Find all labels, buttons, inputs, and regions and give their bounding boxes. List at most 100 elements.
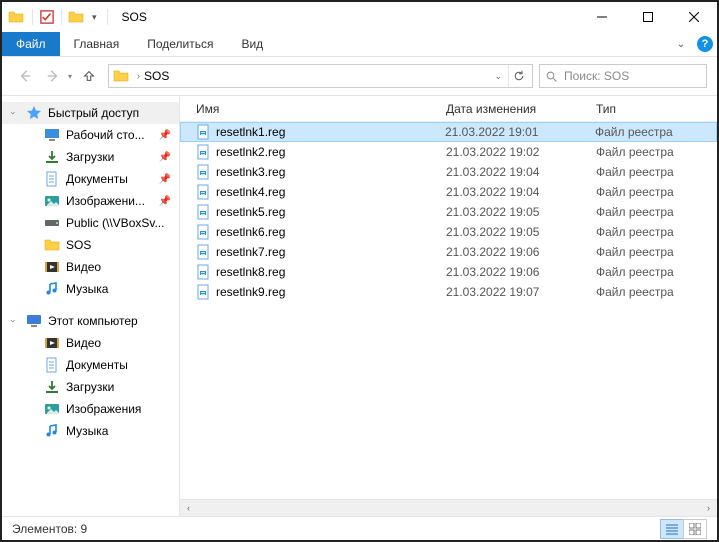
sidebar-item[interactable]: Public (\\VBoxSv...	[2, 212, 179, 234]
maximize-button[interactable]	[625, 2, 671, 32]
chevron-right-icon[interactable]: ›	[137, 71, 140, 81]
sidebar-item[interactable]: Загрузки 📌	[2, 146, 179, 168]
file-name: resetlnk8.reg	[216, 265, 446, 279]
sidebar-item[interactable]: Музыка	[2, 278, 179, 300]
forward-button[interactable]	[40, 63, 66, 89]
documents-icon	[44, 357, 60, 373]
sidebar-item[interactable]: Музыка	[2, 420, 179, 442]
expand-ribbon-icon[interactable]: ⌄	[669, 32, 693, 56]
column-headers[interactable]: Имя Дата изменения Тип	[180, 96, 717, 122]
reg-file-icon	[196, 284, 212, 300]
file-row[interactable]: resetlnk6.reg21.03.2022 19:05Файл реестр…	[180, 222, 717, 242]
minimize-button[interactable]	[579, 2, 625, 32]
breadcrumb[interactable]: SOS	[144, 69, 169, 83]
file-pane: Имя Дата изменения Тип resetlnk1.reg21.0…	[180, 96, 717, 516]
file-date: 21.03.2022 19:04	[446, 185, 596, 199]
item-count: Элементов: 9	[12, 522, 87, 536]
sidebar-item[interactable]: Документы📌	[2, 168, 179, 190]
reg-file-icon	[196, 164, 212, 180]
sidebar-item-label: Музыка	[66, 282, 108, 296]
sidebar-item[interactable]: Загрузки	[2, 376, 179, 398]
file-list[interactable]: resetlnk1.reg21.03.2022 19:01Файл реестр…	[180, 122, 717, 499]
sidebar-item-label: Этот компьютер	[48, 314, 138, 328]
drive-icon	[44, 215, 60, 231]
navigation-bar: ▾ › SOS ⌄ Поиск: SOS	[2, 57, 717, 95]
file-row[interactable]: resetlnk2.reg21.03.2022 19:02Файл реестр…	[180, 142, 717, 162]
tab-home[interactable]: Главная	[60, 32, 134, 56]
file-name: resetlnk2.reg	[216, 145, 446, 159]
sidebar-item[interactable]: Изображения	[2, 398, 179, 420]
pin-icon: 📌	[159, 196, 171, 207]
navigation-pane[interactable]: › Быстрый доступ Рабочий сто...📌Загрузки…	[2, 96, 180, 516]
file-date: 21.03.2022 19:06	[446, 265, 596, 279]
file-date: 21.03.2022 19:02	[446, 145, 596, 159]
qat-dropdown-icon[interactable]: ▾	[92, 12, 97, 23]
thumbnails-view-button[interactable]	[683, 519, 707, 539]
column-type[interactable]: Тип	[596, 102, 717, 116]
search-input[interactable]: Поиск: SOS	[539, 64, 707, 88]
body: › Быстрый доступ Рабочий сто...📌Загрузки…	[2, 95, 717, 516]
sidebar-item[interactable]: SOS	[2, 234, 179, 256]
file-row[interactable]: resetlnk7.reg21.03.2022 19:06Файл реестр…	[180, 242, 717, 262]
file-name: resetlnk6.reg	[216, 225, 446, 239]
videos-icon	[44, 259, 60, 275]
file-row[interactable]: resetlnk1.reg21.03.2022 19:01Файл реестр…	[180, 122, 717, 142]
pin-icon: 📌	[159, 152, 171, 163]
sidebar-item-label: Видео	[66, 336, 101, 350]
sidebar-item[interactable]: Видео	[2, 332, 179, 354]
close-button[interactable]	[671, 2, 717, 32]
file-row[interactable]: resetlnk3.reg21.03.2022 19:04Файл реестр…	[180, 162, 717, 182]
tab-share[interactable]: Поделиться	[133, 32, 227, 56]
up-button[interactable]	[76, 63, 102, 89]
file-row[interactable]: resetlnk4.reg21.03.2022 19:04Файл реестр…	[180, 182, 717, 202]
help-button[interactable]: ?	[693, 32, 717, 56]
column-name[interactable]: Имя	[196, 102, 446, 116]
tab-file[interactable]: Файл	[2, 32, 60, 56]
history-dropdown-icon[interactable]: ▾	[68, 72, 72, 81]
explorer-window: ▾ SOS Файл Главная Поделиться Вид ⌄ ? ▾ …	[0, 0, 719, 542]
sidebar-item-label: Загрузки	[66, 150, 114, 164]
address-bar[interactable]: › SOS ⌄	[108, 64, 533, 88]
column-date[interactable]: Дата изменения	[446, 102, 596, 116]
folder-icon	[44, 237, 60, 253]
file-row[interactable]: resetlnk8.reg21.03.2022 19:06Файл реестр…	[180, 262, 717, 282]
monitor-icon	[26, 313, 42, 329]
documents-icon	[44, 171, 60, 187]
details-view-button[interactable]	[660, 519, 684, 539]
horizontal-scrollbar[interactable]: ‹ ›	[180, 499, 717, 516]
reg-file-icon	[196, 184, 212, 200]
file-row[interactable]: resetlnk9.reg21.03.2022 19:07Файл реестр…	[180, 282, 717, 302]
music-icon	[44, 281, 60, 297]
reg-file-icon	[196, 244, 212, 260]
sidebar-item-label: Быстрый доступ	[48, 106, 139, 120]
sidebar-this-pc[interactable]: › Этот компьютер	[2, 310, 179, 332]
file-type: Файл реестра	[596, 145, 674, 159]
qat-checkbox-icon[interactable]	[39, 9, 55, 25]
scroll-left-icon[interactable]: ‹	[180, 500, 197, 517]
sidebar-item-label: Загрузки	[66, 380, 114, 394]
back-button[interactable]	[12, 63, 38, 89]
address-dropdown-icon[interactable]: ⌄	[488, 71, 508, 82]
qat-folder-icon[interactable]	[68, 9, 84, 25]
sidebar-item[interactable]: Документы	[2, 354, 179, 376]
file-name: resetlnk5.reg	[216, 205, 446, 219]
sidebar-item[interactable]: Рабочий сто...📌	[2, 124, 179, 146]
chevron-down-icon[interactable]: ›	[9, 112, 19, 115]
downloads-icon	[44, 379, 60, 395]
file-name: resetlnk7.reg	[216, 245, 446, 259]
desktop-icon	[44, 127, 60, 143]
search-placeholder: Поиск: SOS	[564, 69, 629, 83]
chevron-down-icon[interactable]: ›	[9, 320, 19, 323]
file-date: 21.03.2022 19:06	[446, 245, 596, 259]
sidebar-item[interactable]: Изображени...📌	[2, 190, 179, 212]
tab-view[interactable]: Вид	[227, 32, 277, 56]
file-row[interactable]: resetlnk5.reg21.03.2022 19:05Файл реестр…	[180, 202, 717, 222]
pictures-icon	[44, 193, 60, 209]
titlebar: ▾ SOS	[2, 2, 717, 32]
sidebar-item[interactable]: Видео	[2, 256, 179, 278]
reg-file-icon	[196, 224, 212, 240]
sidebar-quick-access[interactable]: › Быстрый доступ	[2, 102, 179, 124]
star-icon	[26, 105, 42, 121]
scroll-right-icon[interactable]: ›	[700, 500, 717, 517]
refresh-button[interactable]	[508, 65, 528, 87]
